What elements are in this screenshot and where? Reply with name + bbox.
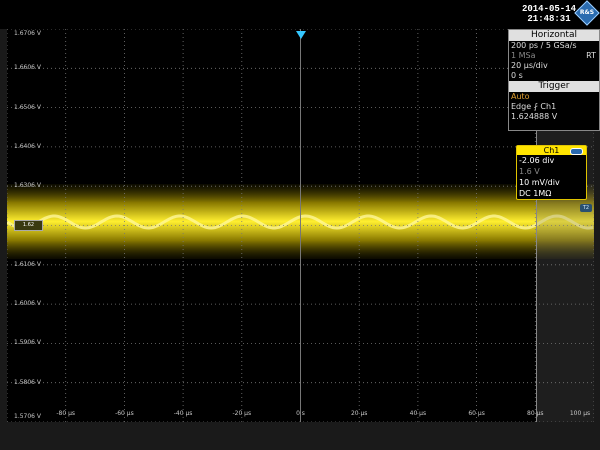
ch1-offset-v-text: 1.6 V	[519, 167, 540, 176]
y-tick-label: 1.5806 V	[14, 378, 42, 386]
x-tick-label: -40 µs	[173, 410, 193, 417]
y-tick-label: 1.6106 V	[14, 260, 42, 268]
horizontal-title[interactable]: Horizontal	[509, 30, 599, 41]
rt-mode-text: RT	[586, 51, 596, 60]
waveform-display[interactable]: 1.6706 V 1.6606 V 1.6506 V 1.6406 V 1.6306 V…	[7, 29, 594, 422]
time-text: 21:48:31	[527, 14, 571, 24]
horizontal-trigger-panel[interactable]: Horizontal 200 ps / 5 GSa/s 1 MSa RT 20 µ…	[508, 29, 600, 131]
record-length-text: 1 MSa RT	[511, 51, 596, 60]
x-tick-label: 40 µs	[409, 410, 427, 417]
date-text: 2014-05-14	[521, 4, 576, 14]
x-tick-label: 60 µs	[468, 410, 485, 417]
ch1-toggle-icon[interactable]	[570, 148, 583, 155]
timebase-text: 200 ps / 5 GSa/s	[511, 41, 577, 50]
trigger-type-text: Edge ⨏ Ch1	[511, 102, 557, 111]
x-tick-label: 0 s	[296, 410, 305, 417]
trigger-title[interactable]: Trigger	[509, 81, 599, 92]
y-tick-label: 1.6506 V	[14, 103, 42, 111]
trigger-position-marker-icon[interactable]	[296, 31, 306, 39]
y-tick-label: 1.6306 V	[14, 182, 42, 190]
ch1-offset-marker[interactable]: 1.62	[14, 220, 43, 231]
x-tick-label: -60 µs	[115, 410, 134, 417]
trigger-level-text: 1.624888 V	[511, 112, 558, 121]
y-tick-label: 1.6606 V	[14, 64, 42, 72]
trigger-level-marker[interactable]: T2	[580, 204, 592, 212]
x-tick-label: 80 µs	[527, 410, 544, 417]
y-tick-label: 1.6006 V	[14, 300, 42, 308]
waveform-grid	[7, 29, 594, 422]
trigger-mode-text: Auto	[511, 92, 530, 101]
x-tick-label: 100 µs	[569, 410, 591, 417]
ch1-scale-text: 10 mV/div	[519, 178, 560, 187]
datetime: 2014-05-14 21:48:31	[518, 4, 580, 24]
ch1-offset-div-text: -2.06 div	[519, 156, 555, 165]
status-bar: 2014-05-14 21:48:31 R&S	[0, 0, 600, 29]
horizontal-position-text: 0 s	[511, 71, 523, 80]
x-tick-label: -80 µs	[56, 410, 76, 417]
x-tick-label: -20 µs	[232, 410, 252, 417]
time-scale-text: 20 µs/div	[511, 61, 548, 70]
ch1-title[interactable]: Ch1	[517, 146, 586, 155]
y-tick-label: 1.6706 V	[14, 30, 42, 37]
y-tick-label: 1.6406 V	[14, 142, 42, 150]
y-tick-label: 1.5906 V	[14, 339, 42, 347]
y-tick-label: 1.5706 V	[14, 413, 42, 420]
ch1-panel[interactable]: Ch1 -2.06 div 1.6 V 10 mV/div DC 1MΩ	[516, 145, 587, 200]
x-tick-label: 20 µs	[350, 410, 368, 417]
rising-edge-icon: ⨏	[533, 102, 538, 111]
ch1-coupling-text: DC 1MΩ	[519, 189, 552, 198]
